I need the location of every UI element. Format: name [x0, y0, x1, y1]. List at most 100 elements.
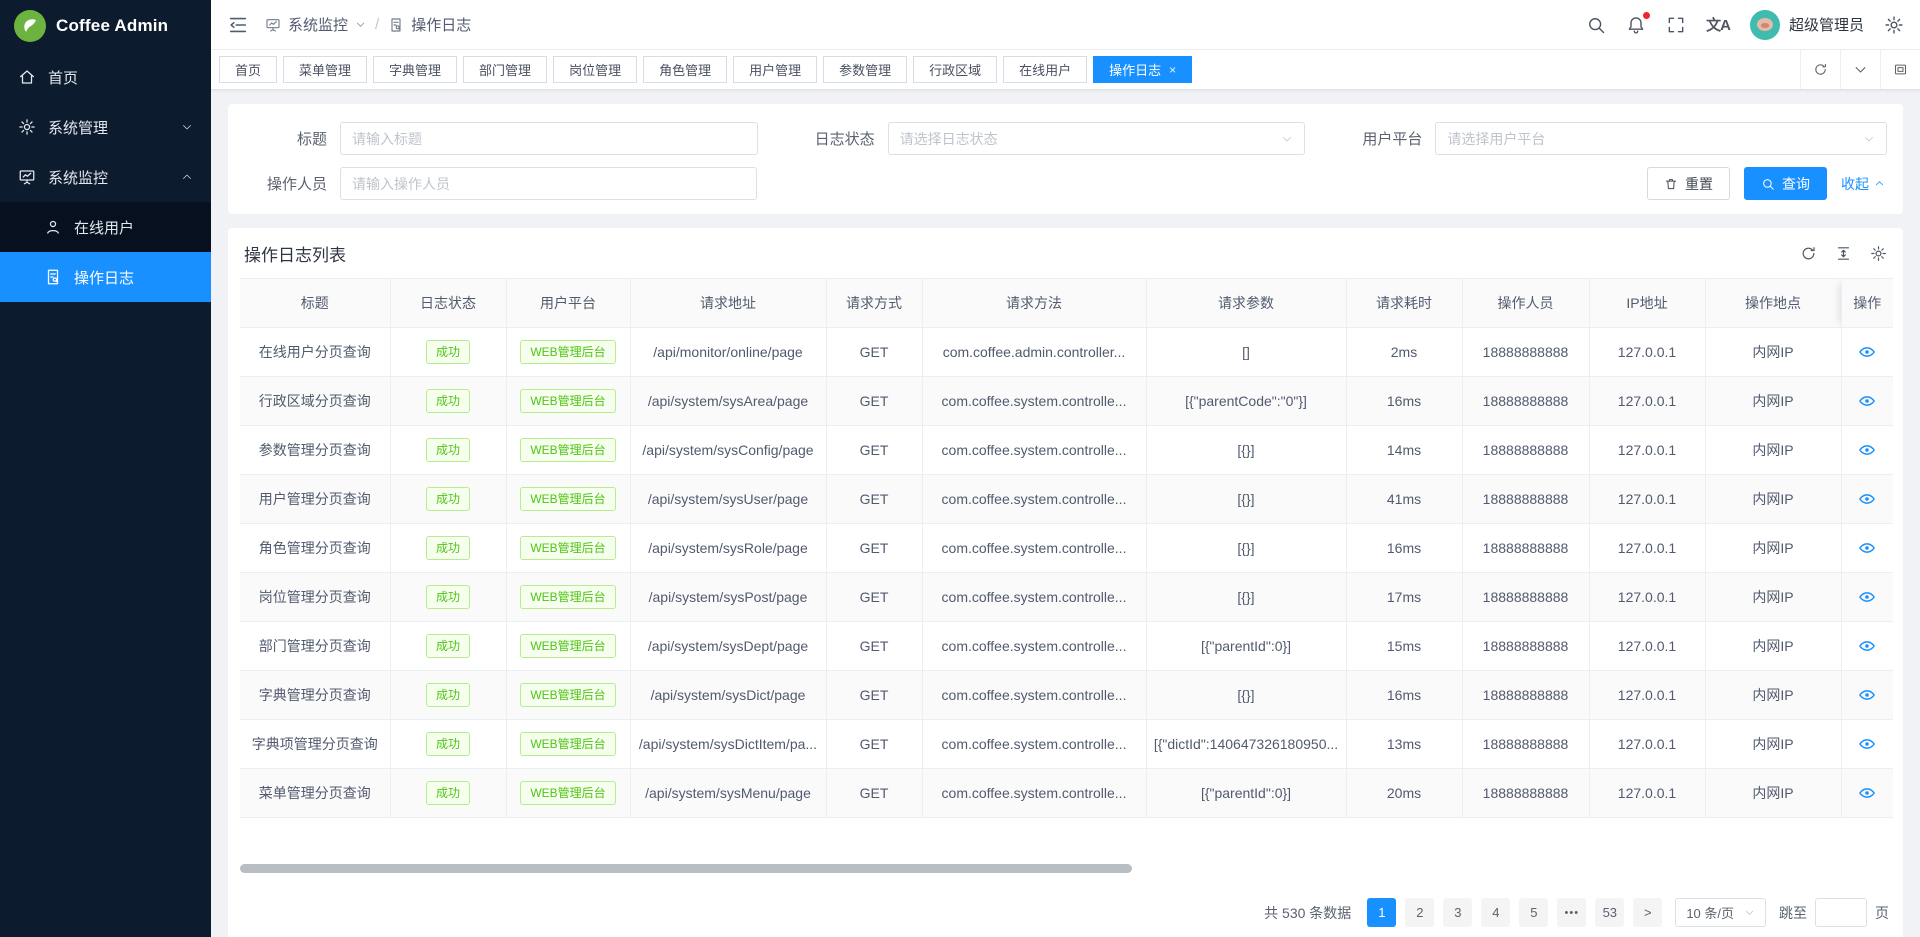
page-button[interactable]: 1 — [1367, 898, 1396, 927]
operator-input[interactable] — [340, 167, 757, 200]
view-detail-eye-icon[interactable] — [1858, 539, 1876, 557]
chevron-down-icon[interactable] — [355, 19, 366, 30]
filter-field-title: 标题 — [244, 122, 792, 155]
topbar-actions: 文A 超级管理员 — [1586, 10, 1904, 40]
view-detail-eye-icon[interactable] — [1858, 490, 1876, 508]
sidebar-item-system-monitor[interactable]: 系统监控 — [0, 152, 211, 202]
sidebar-item-home[interactable]: 首页 — [0, 52, 211, 102]
column-header: 操作 — [1841, 279, 1893, 328]
scrollbar-thumb[interactable] — [240, 864, 1132, 873]
maximize-icon[interactable] — [1880, 50, 1920, 89]
breadcrumb-section[interactable]: 系统监控 — [288, 14, 348, 35]
tab-item[interactable]: 用户管理 — [733, 56, 817, 83]
view-detail-eye-icon[interactable] — [1858, 686, 1876, 704]
view-detail-eye-icon[interactable] — [1858, 637, 1876, 655]
translate-icon[interactable]: 文A — [1706, 14, 1730, 35]
tab-item[interactable]: 在线用户 — [1003, 56, 1087, 83]
tab-item[interactable]: 行政区域 — [913, 56, 997, 83]
log-status-select[interactable]: 请选择日志状态 — [888, 122, 1306, 155]
title-input[interactable] — [340, 122, 758, 155]
tab-item[interactable]: 参数管理 — [823, 56, 907, 83]
table-row: 字典项管理分页查询成功WEB管理后台/api/system/sysDictIte… — [240, 720, 1893, 769]
collapse-toggle[interactable]: 收起 — [1841, 174, 1885, 194]
cell-title: 行政区域分页查询 — [240, 377, 390, 426]
cell-location: 内网IP — [1705, 426, 1841, 475]
tab-close-icon[interactable]: × — [1169, 64, 1176, 76]
cell-duration: 13ms — [1346, 720, 1462, 769]
tab-item[interactable]: 首页 — [219, 56, 277, 83]
cell-status: 成功 — [390, 769, 506, 818]
view-detail-eye-icon[interactable] — [1858, 392, 1876, 410]
tab-bar-controls — [1800, 50, 1920, 89]
title-field-label: 标题 — [244, 128, 340, 149]
refresh-icon[interactable] — [1800, 50, 1840, 89]
cell-platform: WEB管理后台 — [506, 426, 630, 475]
jump-suffix-label: 页 — [1875, 903, 1889, 923]
next-page-button[interactable]: > — [1633, 898, 1662, 927]
user-platform-select[interactable]: 请选择用户平台 — [1435, 122, 1887, 155]
search-button[interactable]: 查询 — [1744, 167, 1827, 200]
column-settings-gear-icon[interactable] — [1870, 245, 1887, 262]
tab-item[interactable]: 岗位管理 — [553, 56, 637, 83]
cell-handler: com.coffee.system.controlle... — [922, 671, 1146, 720]
table-row: 菜单管理分页查询成功WEB管理后台/api/system/sysMenu/pag… — [240, 769, 1893, 818]
tab-label: 岗位管理 — [569, 60, 621, 79]
cell-request-url: /api/system/sysConfig/page — [630, 426, 826, 475]
cell-params: [{"parentId":0}] — [1146, 769, 1346, 818]
sidebar-item-operation-log[interactable]: 操作日志 — [0, 252, 211, 302]
row-height-icon[interactable] — [1835, 245, 1852, 262]
cell-params: [] — [1146, 328, 1346, 377]
page-button[interactable]: 3 — [1443, 898, 1472, 927]
cell-operator: 18888888888 — [1462, 328, 1589, 377]
tab-item[interactable]: 菜单管理 — [283, 56, 367, 83]
cell-request-method: GET — [826, 622, 922, 671]
app-logo[interactable]: Coffee Admin — [0, 0, 211, 52]
view-detail-eye-icon[interactable] — [1858, 588, 1876, 606]
view-detail-eye-icon[interactable] — [1858, 735, 1876, 753]
chevron-down-icon[interactable] — [1840, 50, 1880, 89]
sidebar-fold-icon[interactable] — [227, 14, 249, 36]
view-detail-eye-icon[interactable] — [1858, 343, 1876, 361]
sidebar-item-online-users[interactable]: 在线用户 — [0, 202, 211, 252]
cell-platform: WEB管理后台 — [506, 573, 630, 622]
notification-bell-icon[interactable] — [1626, 15, 1646, 35]
platform-badge: WEB管理后台 — [520, 585, 615, 609]
chevron-down-icon — [1863, 133, 1875, 145]
column-header: 请求参数 — [1146, 279, 1346, 328]
home-icon — [18, 68, 36, 86]
cell-location: 内网IP — [1705, 573, 1841, 622]
view-detail-eye-icon[interactable] — [1858, 441, 1876, 459]
platform-badge: WEB管理后台 — [520, 781, 615, 805]
page-size-select[interactable]: 10 条/页 — [1675, 898, 1766, 927]
page-button[interactable]: 2 — [1405, 898, 1434, 927]
user-menu[interactable]: 超级管理员 — [1750, 10, 1864, 40]
jump-page-input[interactable] — [1815, 898, 1867, 927]
settings-gear-icon[interactable] — [1884, 15, 1904, 35]
page-content: 标题 日志状态 请选择日志状态 用户平台 请选择用户平台 — [211, 90, 1920, 937]
fullscreen-icon[interactable] — [1666, 15, 1686, 35]
view-detail-eye-icon[interactable] — [1858, 784, 1876, 802]
tab-item[interactable]: 字典管理 — [373, 56, 457, 83]
horizontal-scrollbar[interactable] — [240, 864, 1891, 874]
page-button[interactable]: 4 — [1481, 898, 1510, 927]
sidebar-item-system-management[interactable]: 系统管理 — [0, 102, 211, 152]
reset-button[interactable]: 重置 — [1647, 167, 1730, 200]
avatar — [1750, 10, 1780, 40]
filter-field-operator: 操作人员 — [244, 167, 791, 200]
refresh-icon[interactable] — [1800, 245, 1817, 262]
cell-ip: 127.0.0.1 — [1589, 475, 1705, 524]
filter-card: 标题 日志状态 请选择日志状态 用户平台 请选择用户平台 — [228, 104, 1903, 214]
search-icon[interactable] — [1586, 15, 1606, 35]
table-card-title: 操作日志列表 — [244, 241, 346, 266]
cell-title: 岗位管理分页查询 — [240, 573, 390, 622]
cell-params: [{"dictId":140647326180950... — [1146, 720, 1346, 769]
page-button[interactable]: 5 — [1519, 898, 1548, 927]
log-document-icon — [44, 268, 62, 286]
tab-item[interactable]: 部门管理 — [463, 56, 547, 83]
page-button[interactable]: 53 — [1595, 898, 1624, 927]
sidebar-item-label: 系统管理 — [48, 117, 169, 138]
cell-operator: 18888888888 — [1462, 622, 1589, 671]
tab-active[interactable]: 操作日志× — [1093, 56, 1192, 83]
tab-item[interactable]: 角色管理 — [643, 56, 727, 83]
cell-ip: 127.0.0.1 — [1589, 769, 1705, 818]
